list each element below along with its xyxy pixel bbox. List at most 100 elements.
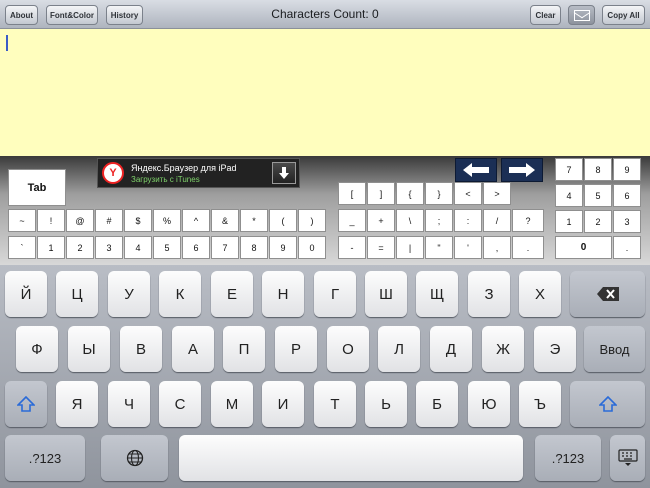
numpad-8[interactable]: 8 xyxy=(584,158,612,181)
numpad-1[interactable]: 1 xyxy=(555,210,583,233)
key-С[interactable]: С xyxy=(159,381,201,427)
numpad-9[interactable]: 9 xyxy=(613,158,641,181)
key-З[interactable]: З xyxy=(468,271,510,317)
key-Й[interactable]: Й xyxy=(5,271,47,317)
key-semicolon[interactable]: ; xyxy=(425,209,453,232)
cursor-left-button[interactable] xyxy=(455,158,497,182)
key-6[interactable]: 6 xyxy=(182,236,210,259)
copy-all-button[interactable]: Copy All xyxy=(602,5,645,25)
key-2[interactable]: 2 xyxy=(66,236,94,259)
key-brace-left[interactable]: { xyxy=(396,182,424,205)
key-Ц[interactable]: Ц xyxy=(56,271,98,317)
key-Б[interactable]: Б xyxy=(416,381,458,427)
key-Ь[interactable]: Ь xyxy=(365,381,407,427)
key-tilde[interactable]: ~ xyxy=(8,209,36,232)
key-Д[interactable]: Д xyxy=(430,326,472,372)
key-ampersand[interactable]: & xyxy=(211,209,239,232)
key-Ю[interactable]: Ю xyxy=(468,381,510,427)
download-icon[interactable] xyxy=(272,162,296,184)
key-pipe[interactable]: | xyxy=(396,236,424,259)
key-И[interactable]: И xyxy=(262,381,304,427)
ad-banner[interactable]: Y Яндекс.Браузер для iPad Загрузить с iT… xyxy=(97,158,300,188)
key-Ж[interactable]: Ж xyxy=(482,326,524,372)
clear-button[interactable]: Clear xyxy=(530,5,561,25)
globe-key[interactable] xyxy=(101,435,168,481)
key-9[interactable]: 9 xyxy=(269,236,297,259)
space-key[interactable] xyxy=(179,435,523,481)
backspace-key[interactable] xyxy=(570,271,645,317)
cursor-right-button[interactable] xyxy=(501,158,543,182)
key-Ы[interactable]: Ы xyxy=(68,326,110,372)
key-equals[interactable]: = xyxy=(367,236,395,259)
key-minus[interactable]: - xyxy=(338,236,366,259)
numpad-4[interactable]: 4 xyxy=(555,184,583,207)
numpad-6[interactable]: 6 xyxy=(613,184,641,207)
key-В[interactable]: В xyxy=(120,326,162,372)
numpad-2[interactable]: 2 xyxy=(584,210,612,233)
numbers-left-key[interactable]: .?123 xyxy=(5,435,85,481)
key-plus[interactable]: + xyxy=(367,209,395,232)
key-Э[interactable]: Э xyxy=(534,326,576,372)
key-Щ[interactable]: Щ xyxy=(416,271,458,317)
numpad-0[interactable]: 0 xyxy=(555,236,612,259)
key-brace-right[interactable]: } xyxy=(425,182,453,205)
key-Л[interactable]: Л xyxy=(378,326,420,372)
key-Ч[interactable]: Ч xyxy=(108,381,150,427)
key-Я[interactable]: Я xyxy=(56,381,98,427)
key-Ш[interactable]: Ш xyxy=(365,271,407,317)
numbers-right-key[interactable]: .?123 xyxy=(535,435,601,481)
key-Г[interactable]: Г xyxy=(314,271,356,317)
key-Р[interactable]: Р xyxy=(275,326,317,372)
key-greater-than[interactable]: > xyxy=(483,182,511,205)
numpad-7[interactable]: 7 xyxy=(555,158,583,181)
key-Х[interactable]: Х xyxy=(519,271,561,317)
key-1[interactable]: 1 xyxy=(37,236,65,259)
key-exclamation[interactable]: ! xyxy=(37,209,65,232)
tab-key[interactable]: Tab xyxy=(8,169,66,206)
numpad-3[interactable]: 3 xyxy=(613,210,641,233)
key-3[interactable]: 3 xyxy=(95,236,123,259)
numpad-5[interactable]: 5 xyxy=(584,184,612,207)
text-area[interactable] xyxy=(0,29,650,156)
key-paren-left[interactable]: ( xyxy=(269,209,297,232)
key-7[interactable]: 7 xyxy=(211,236,239,259)
key-percent[interactable]: % xyxy=(153,209,181,232)
key-М[interactable]: М xyxy=(211,381,253,427)
key-Н[interactable]: Н xyxy=(262,271,304,317)
key-less-than[interactable]: < xyxy=(454,182,482,205)
key-caret[interactable]: ^ xyxy=(182,209,210,232)
key-Т[interactable]: Т xyxy=(314,381,356,427)
key-У[interactable]: У xyxy=(108,271,150,317)
key-Ф[interactable]: Ф xyxy=(16,326,58,372)
key-period[interactable]: . xyxy=(512,236,544,259)
key-А[interactable]: А xyxy=(172,326,214,372)
shift-left-key[interactable] xyxy=(5,381,47,427)
key-bracket-right[interactable]: ] xyxy=(367,182,395,205)
key-Е[interactable]: Е xyxy=(211,271,253,317)
key-0[interactable]: 0 xyxy=(298,236,326,259)
key-double-quote[interactable]: " xyxy=(425,236,453,259)
numpad-dot[interactable]: . xyxy=(613,236,641,259)
key-5[interactable]: 5 xyxy=(153,236,181,259)
enter-key[interactable]: Ввод xyxy=(584,326,645,372)
key-К[interactable]: К xyxy=(159,271,201,317)
key-dollar[interactable]: $ xyxy=(124,209,152,232)
key-paren-right[interactable]: ) xyxy=(298,209,326,232)
email-button[interactable] xyxy=(568,5,595,25)
key-backslash[interactable]: \ xyxy=(396,209,424,232)
key-П[interactable]: П xyxy=(223,326,265,372)
key-asterisk[interactable]: * xyxy=(240,209,268,232)
key-question[interactable]: ? xyxy=(512,209,544,232)
key-8[interactable]: 8 xyxy=(240,236,268,259)
key-comma[interactable]: , xyxy=(483,236,511,259)
key-Ъ[interactable]: Ъ xyxy=(519,381,561,427)
key-single-quote[interactable]: ' xyxy=(454,236,482,259)
key-underscore[interactable]: _ xyxy=(338,209,366,232)
key-slash[interactable]: / xyxy=(483,209,511,232)
key-colon[interactable]: : xyxy=(454,209,482,232)
hide-keyboard-key[interactable] xyxy=(610,435,645,481)
key-backtick[interactable]: ` xyxy=(8,236,36,259)
key-at[interactable]: @ xyxy=(66,209,94,232)
shift-right-key[interactable] xyxy=(570,381,645,427)
key-4[interactable]: 4 xyxy=(124,236,152,259)
